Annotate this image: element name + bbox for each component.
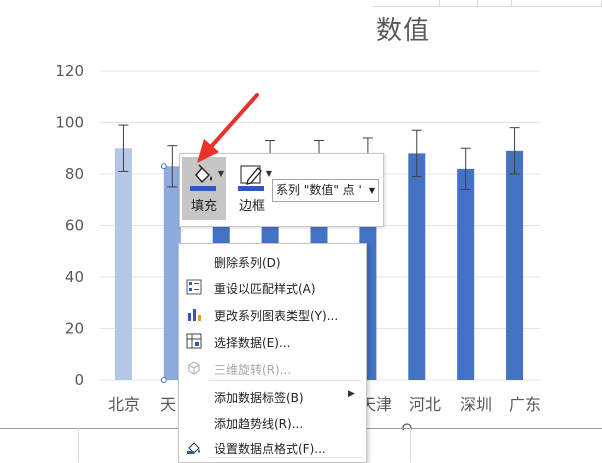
annotation-arrow (197, 93, 259, 163)
